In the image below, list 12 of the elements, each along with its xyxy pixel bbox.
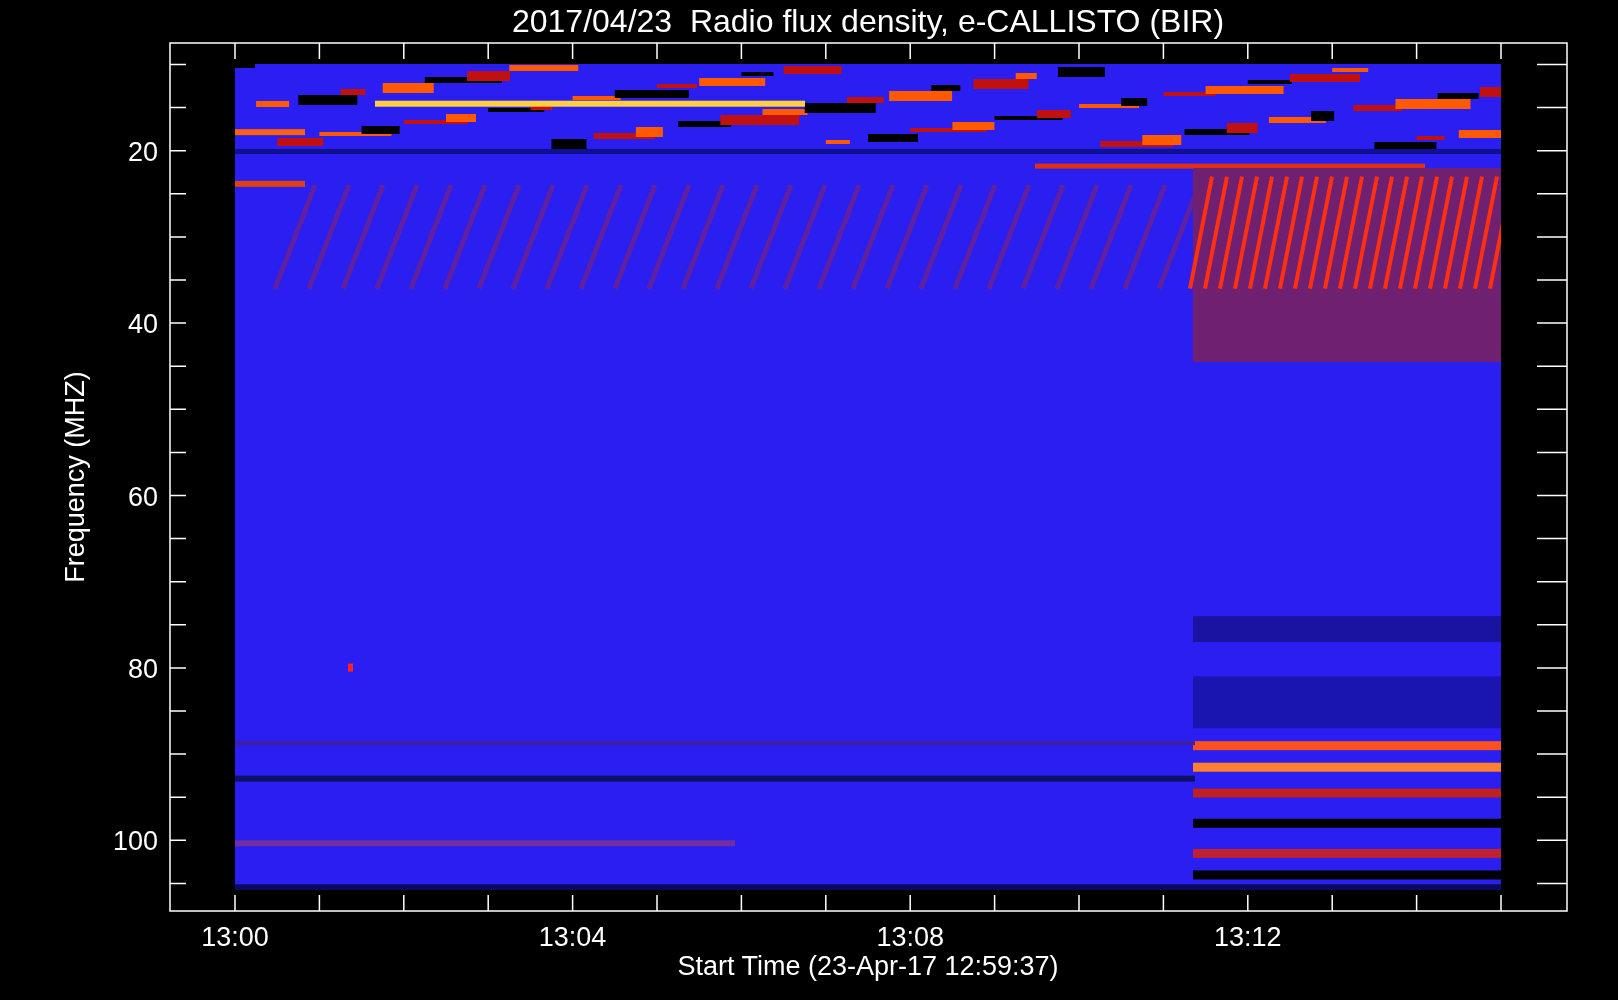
x-tick-label: 13:12 [1214, 922, 1282, 952]
chart-title: 2017/04/23 Radio flux density, e-CALLISTO (BIR) [511, 3, 1225, 39]
y-tick-label: 40 [127, 309, 158, 340]
x-tick-label: 13:00 [201, 922, 269, 952]
x-tick-label: 13:04 [538, 922, 607, 952]
x-axis-label: Start Time (23-Apr-17 12:59:37) [677, 951, 1059, 981]
y-tick-label: 100 [112, 826, 158, 857]
y-axis-label: Frequency (MHZ) [60, 371, 90, 583]
y-tick-label: 20 [127, 136, 158, 167]
x-tick-label: 13:08 [876, 922, 944, 952]
y-tick-label: 60 [127, 481, 158, 512]
y-tick-label: 80 [127, 653, 158, 684]
